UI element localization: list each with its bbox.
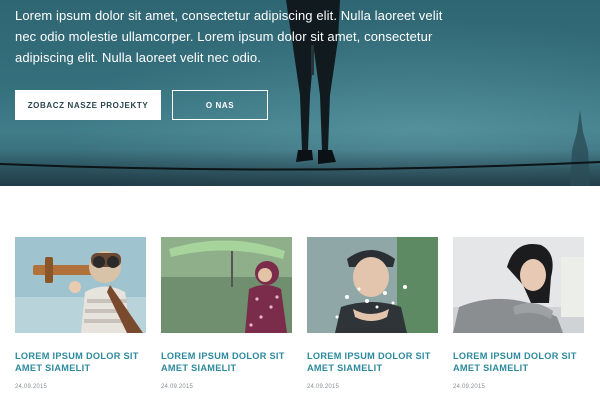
article-title[interactable]: LOREM IPSUM DOLOR SIT AMET SIAMELIT: [15, 350, 155, 374]
article-card[interactable]: LOREM IPSUM DOLOR SIT AMET SIAMELIT 24.0…: [15, 237, 146, 390]
article-date: 24.09.2015: [307, 384, 340, 390]
our-projects-button[interactable]: ZOBACZ NASZE PROJEKTY: [15, 90, 161, 120]
article-card[interactable]: LOREM IPSUM DOLOR SIT AMET SIAMELIT 24.0…: [161, 237, 292, 390]
article-date: 24.09.2015: [453, 384, 486, 390]
article-title[interactable]: LOREM IPSUM DOLOR SIT AMET SIAMELIT: [307, 350, 447, 374]
article-date: 24.09.2015: [15, 384, 48, 390]
article-cards: LOREM IPSUM DOLOR SIT AMET SIAMELIT 24.0…: [0, 237, 600, 400]
about-us-button[interactable]: O NAS: [172, 90, 268, 120]
hero-banner: Lorem ipsum dolor sit amet, consectetur …: [0, 0, 600, 186]
article-image-child-aviator[interactable]: [15, 237, 146, 333]
article-title[interactable]: LOREM IPSUM DOLOR SIT AMET SIAMELIT: [453, 350, 593, 374]
article-title[interactable]: LOREM IPSUM DOLOR SIT AMET SIAMELIT: [161, 350, 301, 374]
article-image-woman-snow[interactable]: [307, 237, 438, 333]
hero-description: Lorem ipsum dolor sit amet, consectetur …: [15, 8, 443, 65]
article-card[interactable]: LOREM IPSUM DOLOR SIT AMET SIAMELIT 24.0…: [453, 237, 584, 390]
article-image-umbrella-child[interactable]: [161, 237, 292, 333]
tightrope: [0, 161, 600, 171]
article-card[interactable]: LOREM IPSUM DOLOR SIT AMET SIAMELIT 24.0…: [307, 237, 438, 390]
article-date: 24.09.2015: [161, 384, 194, 390]
article-image-pensive-woman[interactable]: [453, 237, 584, 333]
